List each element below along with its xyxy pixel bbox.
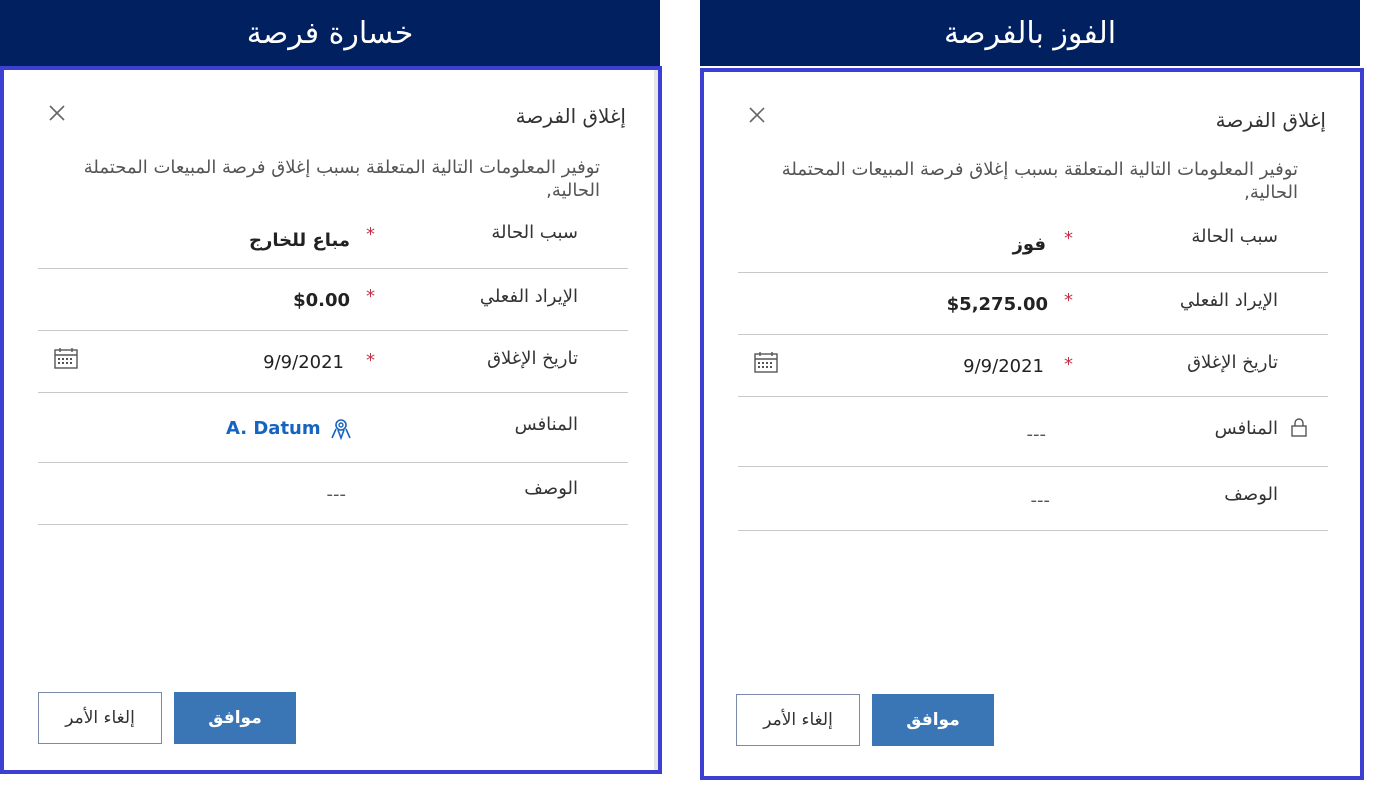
field-separator <box>738 530 1328 531</box>
close-opportunity-dialog-win: إغلاق الفرصة توفير المعلومات التالية الم… <box>700 68 1364 780</box>
field-separator <box>738 396 1328 397</box>
status-reason-value[interactable]: فوز <box>1013 234 1046 255</box>
calendar-button[interactable] <box>54 348 78 374</box>
required-marker: * <box>366 286 375 307</box>
required-marker: * <box>366 350 375 371</box>
ok-button[interactable]: موافق <box>174 692 296 744</box>
close-date-value[interactable]: 9/9/2021 <box>963 356 1044 377</box>
win-banner: الفوز بالفرصة <box>700 0 1360 66</box>
lock-icon-wrap <box>1290 417 1308 441</box>
description-value[interactable]: --- <box>327 484 347 505</box>
field-separator <box>38 268 628 269</box>
actual-revenue-value[interactable]: $5,275.00 <box>947 294 1048 315</box>
field-separator <box>38 392 628 393</box>
calendar-button[interactable] <box>754 352 778 378</box>
description-label: الوصف <box>1224 484 1278 505</box>
required-marker: * <box>1064 228 1073 249</box>
field-separator <box>738 466 1328 467</box>
competitor-value: --- <box>1026 424 1047 445</box>
calendar-icon <box>54 348 78 369</box>
required-marker: * <box>1064 354 1073 375</box>
close-opportunity-dialog-lose: إغلاق الفرصة توفير المعلومات التالية الم… <box>0 66 662 774</box>
competitor-label: المنافس <box>1214 418 1278 439</box>
dialog-title: إغلاق الفرصة <box>1215 108 1326 132</box>
competitor-lookup[interactable]: A. Datum <box>226 416 353 440</box>
close-icon <box>49 105 65 121</box>
lose-banner-title: خسارة فرصة <box>246 15 414 51</box>
description-label: الوصف <box>524 478 578 499</box>
close-date-value[interactable]: 9/9/2021 <box>263 352 344 373</box>
status-reason-value[interactable]: مباع للخارج <box>249 230 350 251</box>
field-separator <box>38 524 628 525</box>
cancel-button[interactable]: إلغاء الأمر <box>736 694 860 746</box>
dialog-scroll-strip <box>654 70 658 770</box>
cancel-button[interactable]: إلغاء الأمر <box>38 692 162 744</box>
calendar-icon <box>754 352 778 373</box>
field-separator <box>38 462 628 463</box>
close-button[interactable] <box>746 104 768 126</box>
lock-icon <box>1291 418 1307 437</box>
competitor-icon <box>330 419 351 440</box>
close-date-label: تاريخ الإغلاق <box>487 348 578 369</box>
description-value[interactable]: --- <box>1031 490 1051 511</box>
actual-revenue-value[interactable]: $0.00 <box>293 290 350 311</box>
status-reason-label: سبب الحالة <box>491 222 578 243</box>
close-icon <box>749 107 765 123</box>
required-marker: * <box>366 224 375 245</box>
status-reason-label: سبب الحالة <box>1191 226 1278 247</box>
lose-banner: خسارة فرصة <box>0 0 660 66</box>
field-separator <box>38 330 628 331</box>
close-button[interactable] <box>46 102 68 124</box>
dialog-description: توفير المعلومات التالية المتعلقة بسبب إغ… <box>83 157 600 201</box>
close-date-label: تاريخ الإغلاق <box>1187 352 1278 373</box>
win-banner-title: الفوز بالفرصة <box>943 15 1117 51</box>
lose-opportunity-panel: خسارة فرصة إغلاق الفرصة توفير المعلومات … <box>0 0 662 788</box>
dialog-title: إغلاق الفرصة <box>515 104 626 128</box>
ok-button[interactable]: موافق <box>872 694 994 746</box>
dialog-description: توفير المعلومات التالية المتعلقة بسبب إغ… <box>781 159 1298 203</box>
actual-revenue-label: الإيراد الفعلي <box>479 286 578 307</box>
field-separator <box>738 334 1328 335</box>
competitor-link[interactable]: A. Datum <box>226 418 321 439</box>
required-marker: * <box>1064 290 1073 311</box>
win-opportunity-panel: الفوز بالفرصة إغلاق الفرصة توفير المعلوم… <box>700 0 1366 788</box>
competitor-label: المنافس <box>514 414 578 435</box>
actual-revenue-label: الإيراد الفعلي <box>1179 290 1278 311</box>
field-separator <box>738 272 1328 273</box>
